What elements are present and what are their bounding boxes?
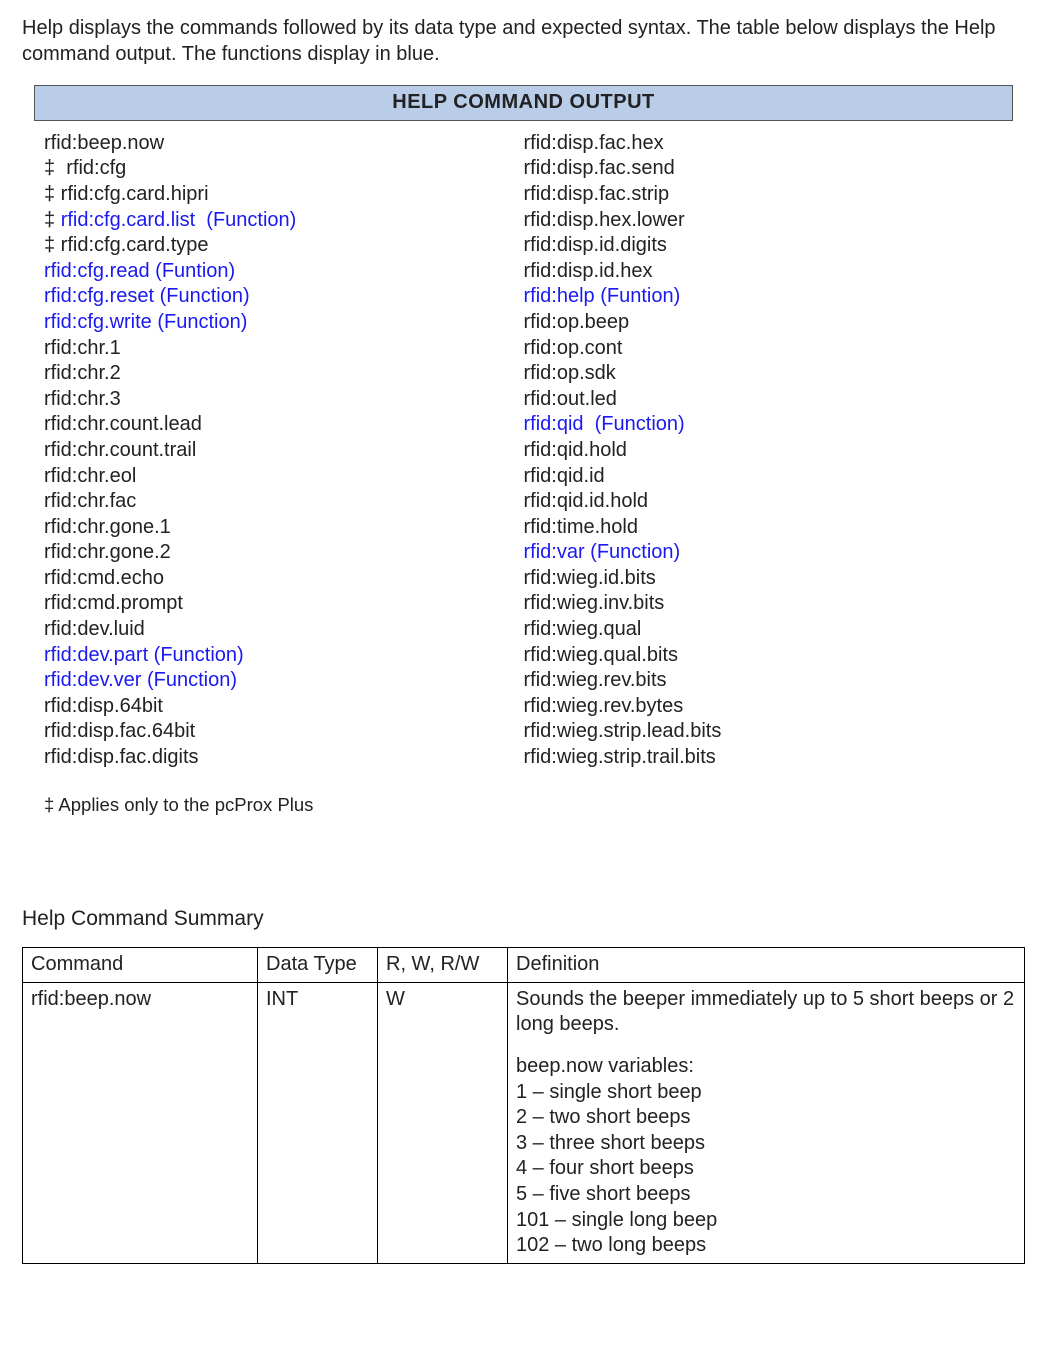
help-output-item: rfid:dev.part (Function) <box>44 643 524 669</box>
help-output-col-left: rfid:beep.now‡ rfid:cfg‡ rfid:cfg.card.h… <box>44 131 524 771</box>
help-output-item: rfid:cfg.reset (Function) <box>44 284 524 310</box>
help-output-item: rfid:qid.id <box>524 464 1004 490</box>
help-output-item: rfid:qid.id.hold <box>524 489 1004 515</box>
th-definition: Definition <box>508 948 1025 983</box>
summary-table: Command Data Type R, W, R/W Definition r… <box>22 947 1025 1264</box>
help-output-item: rfid:chr.gone.2 <box>44 540 524 566</box>
help-output-item: rfid:chr.1 <box>44 336 524 362</box>
help-output-item: rfid:op.beep <box>524 310 1004 336</box>
help-output-item: rfid:cmd.echo <box>44 566 524 592</box>
help-output-item: ‡ rfid:cfg.card.list (Function) <box>44 208 524 234</box>
help-output-item: rfid:cmd.prompt <box>44 591 524 617</box>
help-output-item: rfid:qid (Function) <box>524 412 1004 438</box>
help-output-item: rfid:wieg.rev.bits <box>524 668 1004 694</box>
help-output-item: rfid:wieg.strip.lead.bits <box>524 719 1004 745</box>
help-output-item: rfid:help (Funtion) <box>524 284 1004 310</box>
help-output-item: rfid:chr.fac <box>44 489 524 515</box>
help-output-item: rfid:op.sdk <box>524 361 1004 387</box>
help-output-item: rfid:disp.fac.send <box>524 156 1004 182</box>
help-output-item: rfid:disp.fac.hex <box>524 131 1004 157</box>
help-output-item: rfid:wieg.id.bits <box>524 566 1004 592</box>
intro-text: Help displays the commands followed by i… <box>22 16 1025 67</box>
table-header-row: Command Data Type R, W, R/W Definition <box>23 948 1025 983</box>
help-output-item: rfid:disp.64bit <box>44 694 524 720</box>
help-output-item: rfid:chr.2 <box>44 361 524 387</box>
help-output-item: rfid:wieg.inv.bits <box>524 591 1004 617</box>
help-output-item: rfid:chr.count.lead <box>44 412 524 438</box>
help-output-item: rfid:disp.id.hex <box>524 259 1004 285</box>
help-output-item: ‡ rfid:cfg.card.type <box>44 233 524 259</box>
footnote: ‡ Applies only to the pcProx Plus <box>22 771 1025 817</box>
help-output-item: rfid:dev.ver (Function) <box>44 668 524 694</box>
definition-p1: Sounds the beeper immediately up to 5 sh… <box>516 987 1016 1038</box>
help-output-item: rfid:cfg.read (Funtion) <box>44 259 524 285</box>
help-output-item: rfid:chr.count.trail <box>44 438 524 464</box>
cell-command: rfid:beep.now <box>23 982 258 1263</box>
help-output-item: rfid:disp.fac.strip <box>524 182 1004 208</box>
th-rw: R, W, R/W <box>378 948 508 983</box>
help-output-item: rfid:qid.hold <box>524 438 1004 464</box>
help-output-item: rfid:disp.fac.64bit <box>44 719 524 745</box>
help-output-item: rfid:out.led <box>524 387 1004 413</box>
table-row: rfid:beep.now INT W Sounds the beeper im… <box>23 982 1025 1263</box>
help-output-item: rfid:wieg.qual.bits <box>524 643 1004 669</box>
help-output-item: rfid:chr.3 <box>44 387 524 413</box>
help-output-item: rfid:chr.eol <box>44 464 524 490</box>
help-output-item: rfid:chr.gone.1 <box>44 515 524 541</box>
summary-section-header: Help Command Summary <box>22 906 1025 933</box>
help-output-item: rfid:cfg.write (Function) <box>44 310 524 336</box>
help-output-header: HELP COMMAND OUTPUT <box>34 85 1013 121</box>
cell-definition: Sounds the beeper immediately up to 5 sh… <box>508 982 1025 1263</box>
help-output-item: rfid:disp.id.digits <box>524 233 1004 259</box>
cell-rw: W <box>378 982 508 1263</box>
help-output-item: ‡ rfid:cfg.card.hipri <box>44 182 524 208</box>
help-output-item: rfid:dev.luid <box>44 617 524 643</box>
help-output-item: rfid:wieg.qual <box>524 617 1004 643</box>
definition-p2: beep.now variables:1 – single short beep… <box>516 1054 1016 1259</box>
help-output-item: rfid:time.hold <box>524 515 1004 541</box>
help-output-item: rfid:beep.now <box>44 131 524 157</box>
help-output-columns: rfid:beep.now‡ rfid:cfg‡ rfid:cfg.card.h… <box>22 131 1025 771</box>
help-output-col-right: rfid:disp.fac.hexrfid:disp.fac.sendrfid:… <box>524 131 1004 771</box>
help-output-item: rfid:wieg.rev.bytes <box>524 694 1004 720</box>
help-output-item: rfid:disp.fac.digits <box>44 745 524 771</box>
help-output-item: rfid:var (Function) <box>524 540 1004 566</box>
help-output-item: rfid:wieg.strip.trail.bits <box>524 745 1004 771</box>
th-command: Command <box>23 948 258 983</box>
th-datatype: Data Type <box>258 948 378 983</box>
help-output-item: ‡ rfid:cfg <box>44 156 524 182</box>
cell-datatype: INT <box>258 982 378 1263</box>
help-output-item: rfid:op.cont <box>524 336 1004 362</box>
help-output-item: rfid:disp.hex.lower <box>524 208 1004 234</box>
